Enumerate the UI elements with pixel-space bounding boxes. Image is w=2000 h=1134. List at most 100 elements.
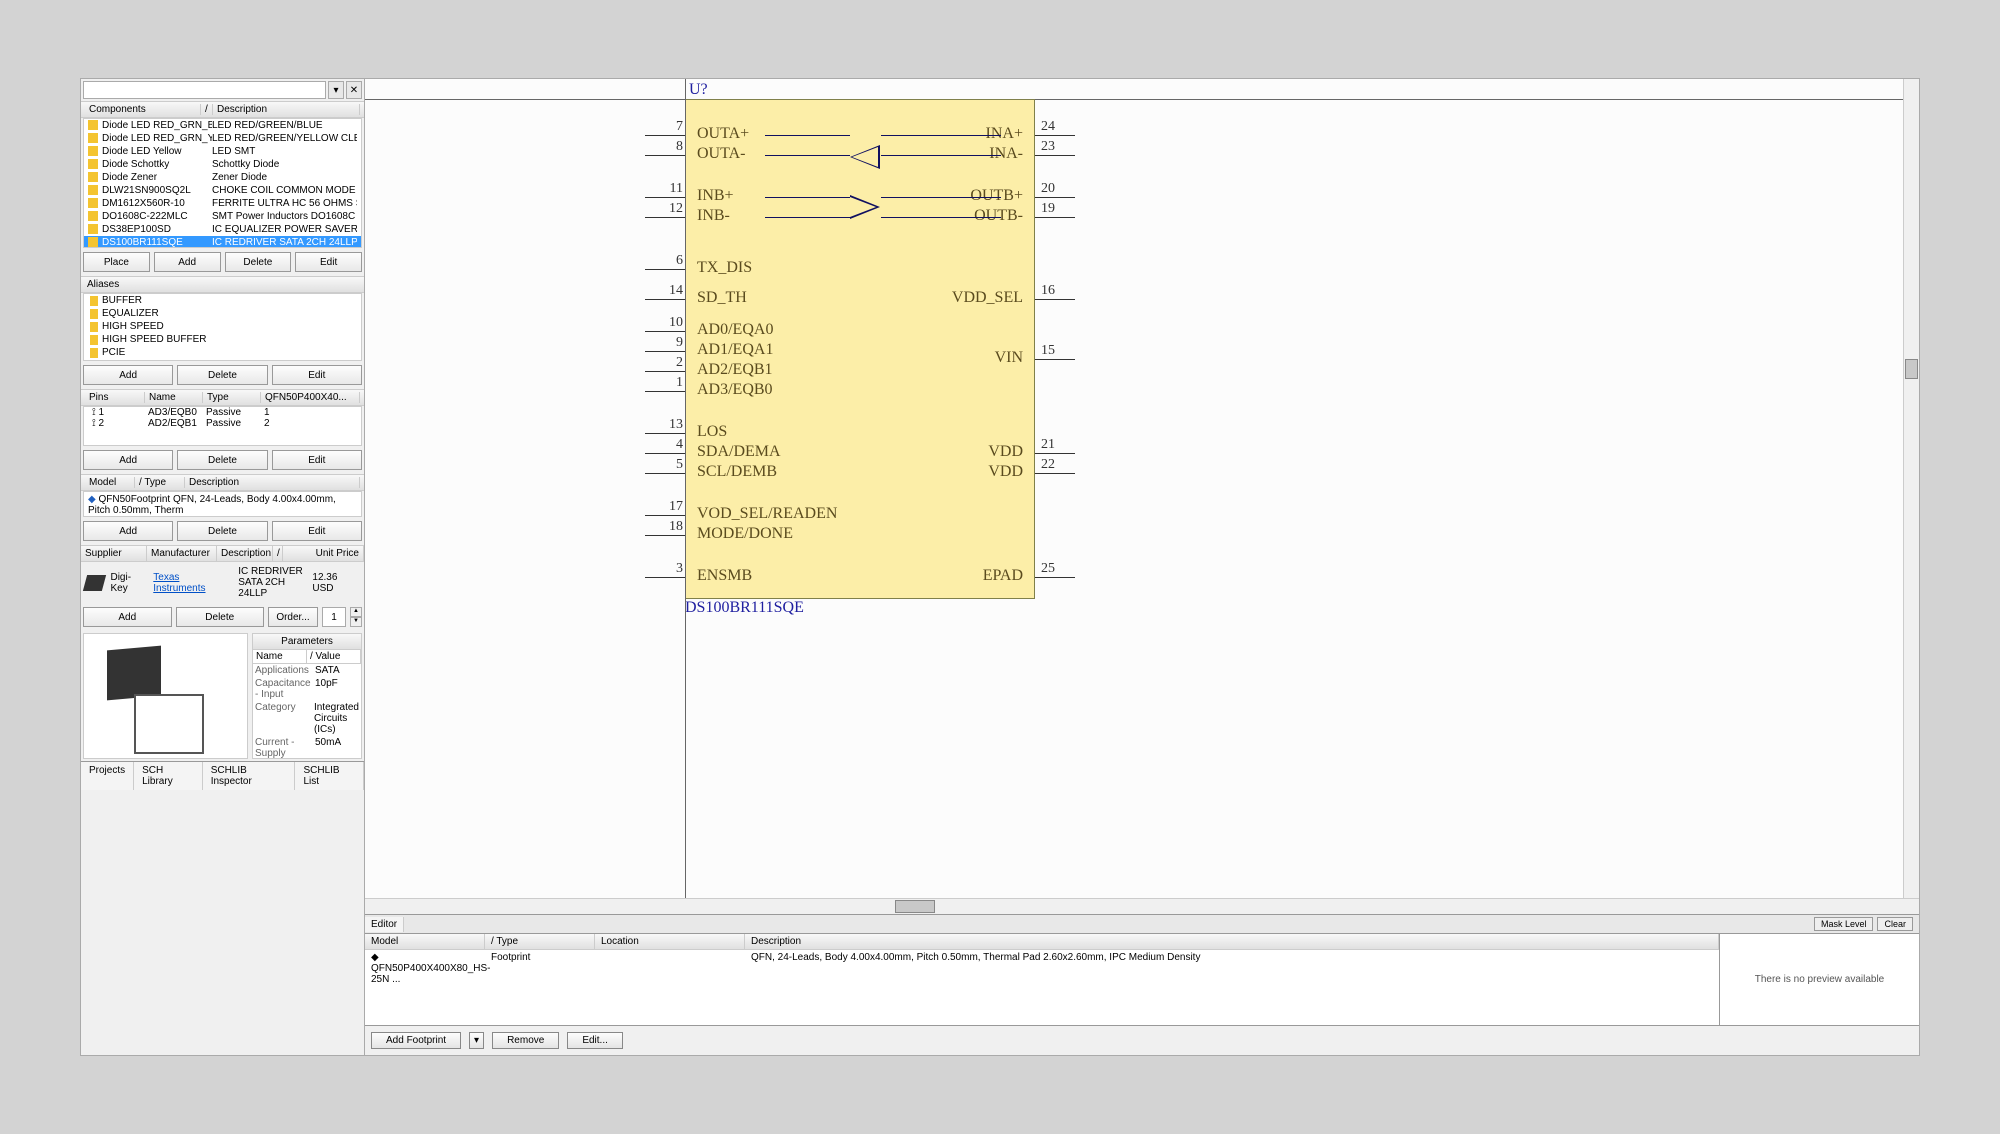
- reference-designator: U?: [689, 81, 708, 99]
- bottom-tab-schlib-inspector[interactable]: SCHLIB Inspector: [203, 762, 296, 790]
- model-header: Model / Type Description: [81, 474, 364, 491]
- edit-button[interactable]: Edit...: [567, 1032, 623, 1049]
- buffer-left-icon: [850, 145, 880, 169]
- alias-row[interactable]: HIGH SPEED: [84, 320, 361, 333]
- search-clear-icon[interactable]: ✕: [346, 81, 362, 99]
- bottom-tab-schlib-list[interactable]: SCHLIB List: [295, 762, 364, 790]
- components-place-button[interactable]: Place: [83, 252, 150, 272]
- component-row[interactable]: DM1612X560R-10FERRITE ULTRA HC 56 OHMS S…: [84, 197, 361, 210]
- component-row[interactable]: Diode ZenerZener Diode: [84, 171, 361, 184]
- supplier-header: Supplier Manufacturer Description / Unit…: [81, 545, 364, 562]
- pin-label: SCL/DEMB: [697, 463, 777, 481]
- pin-label: OUTB+: [970, 187, 1023, 205]
- editor-tab[interactable]: Editor: [365, 917, 404, 932]
- clear-button[interactable]: Clear: [1877, 917, 1913, 931]
- pin-stub: [645, 217, 685, 218]
- order-button[interactable]: Order...: [268, 607, 318, 627]
- pin-label: INB+: [697, 187, 734, 205]
- model-add-button[interactable]: Add: [83, 521, 173, 541]
- pins-list[interactable]: ⟟ 1AD3/EQB0Passive1⟟ 2AD2/EQB1Passive2: [83, 406, 362, 446]
- remove-button[interactable]: Remove: [492, 1032, 559, 1049]
- components-add-button[interactable]: Add: [154, 252, 221, 272]
- aliases-edit-button[interactable]: Edit: [272, 365, 362, 385]
- alias-icon: [90, 322, 98, 332]
- pin-label: MODE/DONE: [697, 525, 793, 543]
- pins-add-button[interactable]: Add: [83, 450, 173, 470]
- schematic-canvas[interactable]: U? 7 OUTA+ 8 OUTA- 11 INB+ 12 INB- 6 TX_…: [365, 79, 1919, 898]
- alias-row[interactable]: EQUALIZER: [84, 307, 361, 320]
- editor-model-header: Model / Type Location Description: [365, 934, 1719, 950]
- supplier-add-button[interactable]: Add: [83, 607, 172, 627]
- aliases-add-button[interactable]: Add: [83, 365, 173, 385]
- bottom-tab-sch-library[interactable]: SCH Library: [134, 762, 203, 790]
- pin-number: 2: [659, 355, 683, 371]
- model-list[interactable]: ◆ QFN50Footprint QFN, 24-Leads, Body 4.0…: [83, 491, 362, 517]
- main-area: U? 7 OUTA+ 8 OUTA- 11 INB+ 12 INB- 6 TX_…: [365, 79, 1919, 1055]
- supplier-chip-icon: [83, 575, 107, 591]
- bottom-tab-projects[interactable]: Projects: [81, 762, 134, 790]
- canvas-hscroll[interactable]: [365, 898, 1919, 914]
- pin-label: AD3/EQB0: [697, 381, 773, 399]
- add-footprint-button[interactable]: Add Footprint: [371, 1032, 461, 1049]
- component-row[interactable]: Diode SchottkySchottky Diode: [84, 158, 361, 171]
- model-edit-button[interactable]: Edit: [272, 521, 362, 541]
- pin-stub: [645, 331, 685, 332]
- pin-label: INA+: [986, 125, 1023, 143]
- pin-label: VOD_SEL/READEN: [697, 505, 837, 523]
- component-row[interactable]: Diode LED RED_GRN_BLLED RED/GREEN/BLUE: [84, 119, 361, 132]
- manufacturer-link[interactable]: Texas Instruments: [153, 572, 232, 594]
- editor-model-row[interactable]: ◆ QFN50P400X400X80_HS-25N ... Footprint …: [365, 950, 1719, 1025]
- pin-number: 9: [659, 335, 683, 351]
- pin-number: 17: [659, 499, 683, 515]
- component-row[interactable]: DS38EP100SDIC EQUALIZER POWER SAVER 6-LL…: [84, 223, 361, 236]
- aliases-delete-button[interactable]: Delete: [177, 365, 267, 385]
- supplier-row[interactable]: Digi-Key Texas Instruments IC REDRIVER S…: [81, 562, 364, 603]
- components-list[interactable]: Diode LED RED_GRN_BLLED RED/GREEN/BLUEDi…: [83, 118, 362, 248]
- component-row[interactable]: DO1608C-222MLCSMT Power Inductors DO1608…: [84, 210, 361, 223]
- alias-row[interactable]: HIGH SPEED BUFFER: [84, 333, 361, 346]
- canvas-vscroll[interactable]: [1903, 79, 1919, 898]
- pin-label: SDA/DEMA: [697, 443, 781, 461]
- alias-row[interactable]: PCIE: [84, 346, 361, 359]
- pin-number: 5: [659, 457, 683, 473]
- components-delete-button[interactable]: Delete: [225, 252, 292, 272]
- mask-level-button[interactable]: Mask Level: [1814, 917, 1874, 931]
- pin-label: VIN: [995, 349, 1023, 367]
- pin-number: 19: [1041, 201, 1055, 217]
- pin-number: 22: [1041, 457, 1055, 473]
- pin-label: LOS: [697, 423, 727, 441]
- component-icon: [88, 224, 98, 234]
- pins-delete-button[interactable]: Delete: [177, 450, 267, 470]
- pin-label: EPAD: [983, 567, 1023, 585]
- add-footprint-dropdown-icon[interactable]: ▾: [469, 1032, 484, 1049]
- pin-stub: [645, 299, 685, 300]
- pin-row[interactable]: ⟟ 1AD3/EQB0Passive1: [84, 407, 361, 418]
- param-row: ApplicationsSATA: [253, 664, 361, 677]
- search-dropdown-icon[interactable]: ▾: [328, 81, 344, 99]
- component-icon: [88, 185, 98, 195]
- pin-number: 7: [659, 119, 683, 135]
- component-row[interactable]: DS100BR111SQEIC REDRIVER SATA 2CH 24LLP: [84, 236, 361, 248]
- qty-down-icon[interactable]: ▼: [350, 617, 362, 627]
- qty-up-icon[interactable]: ▲: [350, 607, 362, 617]
- pin-number: 11: [659, 181, 683, 197]
- aliases-list[interactable]: BUFFEREQUALIZERHIGH SPEEDHIGH SPEED BUFF…: [83, 293, 362, 361]
- part-name-label: DS100BR111SQE: [685, 599, 804, 617]
- components-edit-button[interactable]: Edit: [295, 252, 362, 272]
- pin-stub: [645, 391, 685, 392]
- order-qty-input[interactable]: [322, 607, 346, 627]
- pin-number: 3: [659, 561, 683, 577]
- supplier-delete-button[interactable]: Delete: [176, 607, 265, 627]
- pin-number: 8: [659, 139, 683, 155]
- parameters-table[interactable]: Parameters Name / Value ApplicationsSATA…: [252, 633, 362, 759]
- alias-row[interactable]: BUFFER: [84, 294, 361, 307]
- pin-stub: [645, 371, 685, 372]
- search-input[interactable]: [83, 81, 326, 99]
- model-delete-button[interactable]: Delete: [177, 521, 267, 541]
- pin-row[interactable]: ⟟ 2AD2/EQB1Passive2: [84, 418, 361, 429]
- component-row[interactable]: DLW21SN900SQ2LCHOKE COIL COMMON MODE 330…: [84, 184, 361, 197]
- pin-label: INA-: [989, 145, 1023, 163]
- component-row[interactable]: Diode LED YellowLED SMT: [84, 145, 361, 158]
- component-row[interactable]: Diode LED RED_GRN_YELLED RED/GREEN/YELLO…: [84, 132, 361, 145]
- pins-edit-button[interactable]: Edit: [272, 450, 362, 470]
